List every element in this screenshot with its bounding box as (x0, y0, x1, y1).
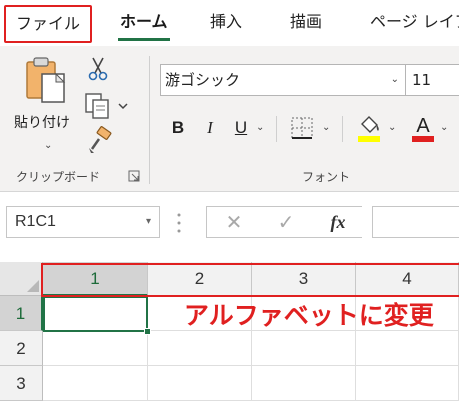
chevron-down-icon[interactable]: ⌄ (440, 122, 448, 133)
ribbon-tabs: ファイル ホーム 挿入 描画 ページ レイア (0, 0, 459, 46)
chevron-down-icon[interactable]: ⌄ (322, 122, 330, 133)
copy-icon (85, 93, 109, 119)
tab-page-layout[interactable]: ページ レイア (370, 10, 459, 34)
paste-label: 貼り付け (14, 115, 70, 131)
cell[interactable] (43, 331, 148, 366)
cell[interactable] (252, 331, 356, 366)
cancel-icon[interactable]: ✕ (219, 207, 249, 237)
select-all-icon (27, 280, 39, 292)
chevron-down-icon: ⌄ (390, 74, 399, 85)
font-color-icon[interactable]: A (410, 112, 436, 144)
tab-insert[interactable]: 挿入 (210, 10, 242, 34)
chevron-down-icon[interactable]: ▾ (146, 207, 151, 237)
font-group-label: フォント (302, 170, 351, 184)
svg-text:A: A (416, 115, 430, 137)
italic-button[interactable]: I (200, 114, 220, 142)
bold-button[interactable]: B (168, 114, 188, 142)
cell[interactable] (252, 366, 356, 401)
name-box[interactable]: R1C1 ▾ (6, 206, 160, 238)
cut-button[interactable] (86, 56, 112, 84)
cell[interactable] (148, 366, 252, 401)
dialog-launcher-icon[interactable] (128, 170, 140, 182)
worksheet-grid: 1 2 3 4 1 2 3 アルファベットに変更 (0, 262, 459, 406)
drag-handle-icon[interactable] (176, 212, 182, 234)
formula-buttons: ✕ ✓ fx (206, 206, 362, 238)
select-all-button[interactable] (0, 262, 43, 296)
font-size-value: 11 (412, 71, 432, 89)
format-painter-icon (89, 126, 112, 153)
cut-icon (88, 57, 108, 81)
separator (276, 116, 277, 142)
active-cell-border (43, 296, 148, 332)
row-header[interactable]: 2 (0, 331, 43, 366)
font-name-value: 游ゴシック (165, 71, 241, 89)
cell[interactable] (356, 366, 459, 401)
annotation-text: アルファベットに変更 (184, 301, 434, 330)
active-tab-indicator (118, 38, 170, 41)
copy-button[interactable] (84, 92, 130, 120)
chevron-down-icon: ⌄ (44, 140, 53, 151)
tab-draw[interactable]: 描画 (290, 10, 322, 34)
chevron-down-icon (118, 103, 128, 110)
column-headers-highlight (41, 263, 459, 297)
formula-bar: R1C1 ▾ ✕ ✓ fx (0, 192, 459, 260)
borders-icon[interactable] (290, 116, 314, 140)
chevron-down-icon[interactable]: ⌄ (388, 122, 396, 133)
formula-input[interactable] (372, 206, 459, 238)
fill-handle[interactable] (144, 328, 151, 335)
tab-file[interactable]: ファイル (4, 5, 92, 43)
tab-home[interactable]: ホーム (120, 10, 168, 34)
ribbon-home: 貼り付け ⌄ クリップボード 游ゴシック ⌄ 11 B I U ⌄ ⌄ ⌄ A … (0, 46, 459, 192)
font-name-select[interactable]: 游ゴシック ⌄ (160, 64, 406, 96)
group-separator (149, 56, 150, 184)
separator (342, 116, 343, 142)
cell[interactable] (148, 331, 252, 366)
cell[interactable] (356, 331, 459, 366)
row-header[interactable]: 3 (0, 366, 43, 401)
paste-button[interactable]: 貼り付け ⌄ (10, 54, 80, 158)
paste-icon (26, 57, 66, 103)
fill-color-icon[interactable] (356, 112, 382, 144)
font-size-select[interactable]: 11 (405, 64, 459, 96)
enter-icon[interactable]: ✓ (271, 207, 301, 237)
clipboard-group-label: クリップボード (16, 170, 101, 184)
name-box-value: R1C1 (15, 213, 56, 230)
chevron-down-icon[interactable]: ⌄ (256, 122, 264, 133)
cell[interactable] (43, 366, 148, 401)
underline-button[interactable]: U (230, 114, 252, 142)
format-painter-button[interactable] (86, 126, 114, 154)
insert-function-button[interactable]: fx (323, 207, 353, 237)
row-header[interactable]: 1 (0, 296, 43, 331)
